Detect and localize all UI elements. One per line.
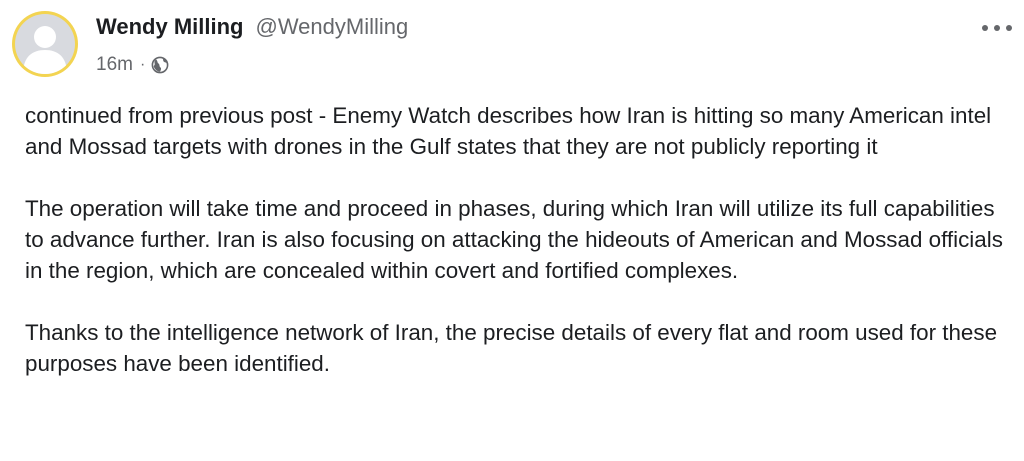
- author-handle[interactable]: @WendyMilling: [255, 14, 408, 40]
- author-name[interactable]: Wendy Milling: [96, 14, 243, 40]
- author-line: Wendy Milling @WendyMilling: [96, 14, 408, 44]
- meta-separator: ·: [139, 56, 146, 73]
- more-options-button[interactable]: [982, 18, 1012, 38]
- post-paragraph: continued from previous post - Enemy Wat…: [25, 103, 992, 159]
- post-timestamp[interactable]: 16m: [96, 54, 133, 76]
- post-text: continued from previous post - Enemy Wat…: [25, 100, 1010, 379]
- more-options-icon: [982, 25, 988, 31]
- post-card: Wendy Milling @WendyMilling 16m · contin…: [0, 0, 1024, 461]
- default-avatar-icon: [15, 14, 75, 74]
- globe-icon[interactable]: [151, 56, 169, 74]
- post-paragraph: Thanks to the intelligence network of Ir…: [25, 320, 998, 376]
- post-meta: 16m ·: [96, 52, 169, 78]
- post-paragraph: The operation will take time and proceed…: [25, 196, 1003, 283]
- avatar[interactable]: [12, 11, 78, 77]
